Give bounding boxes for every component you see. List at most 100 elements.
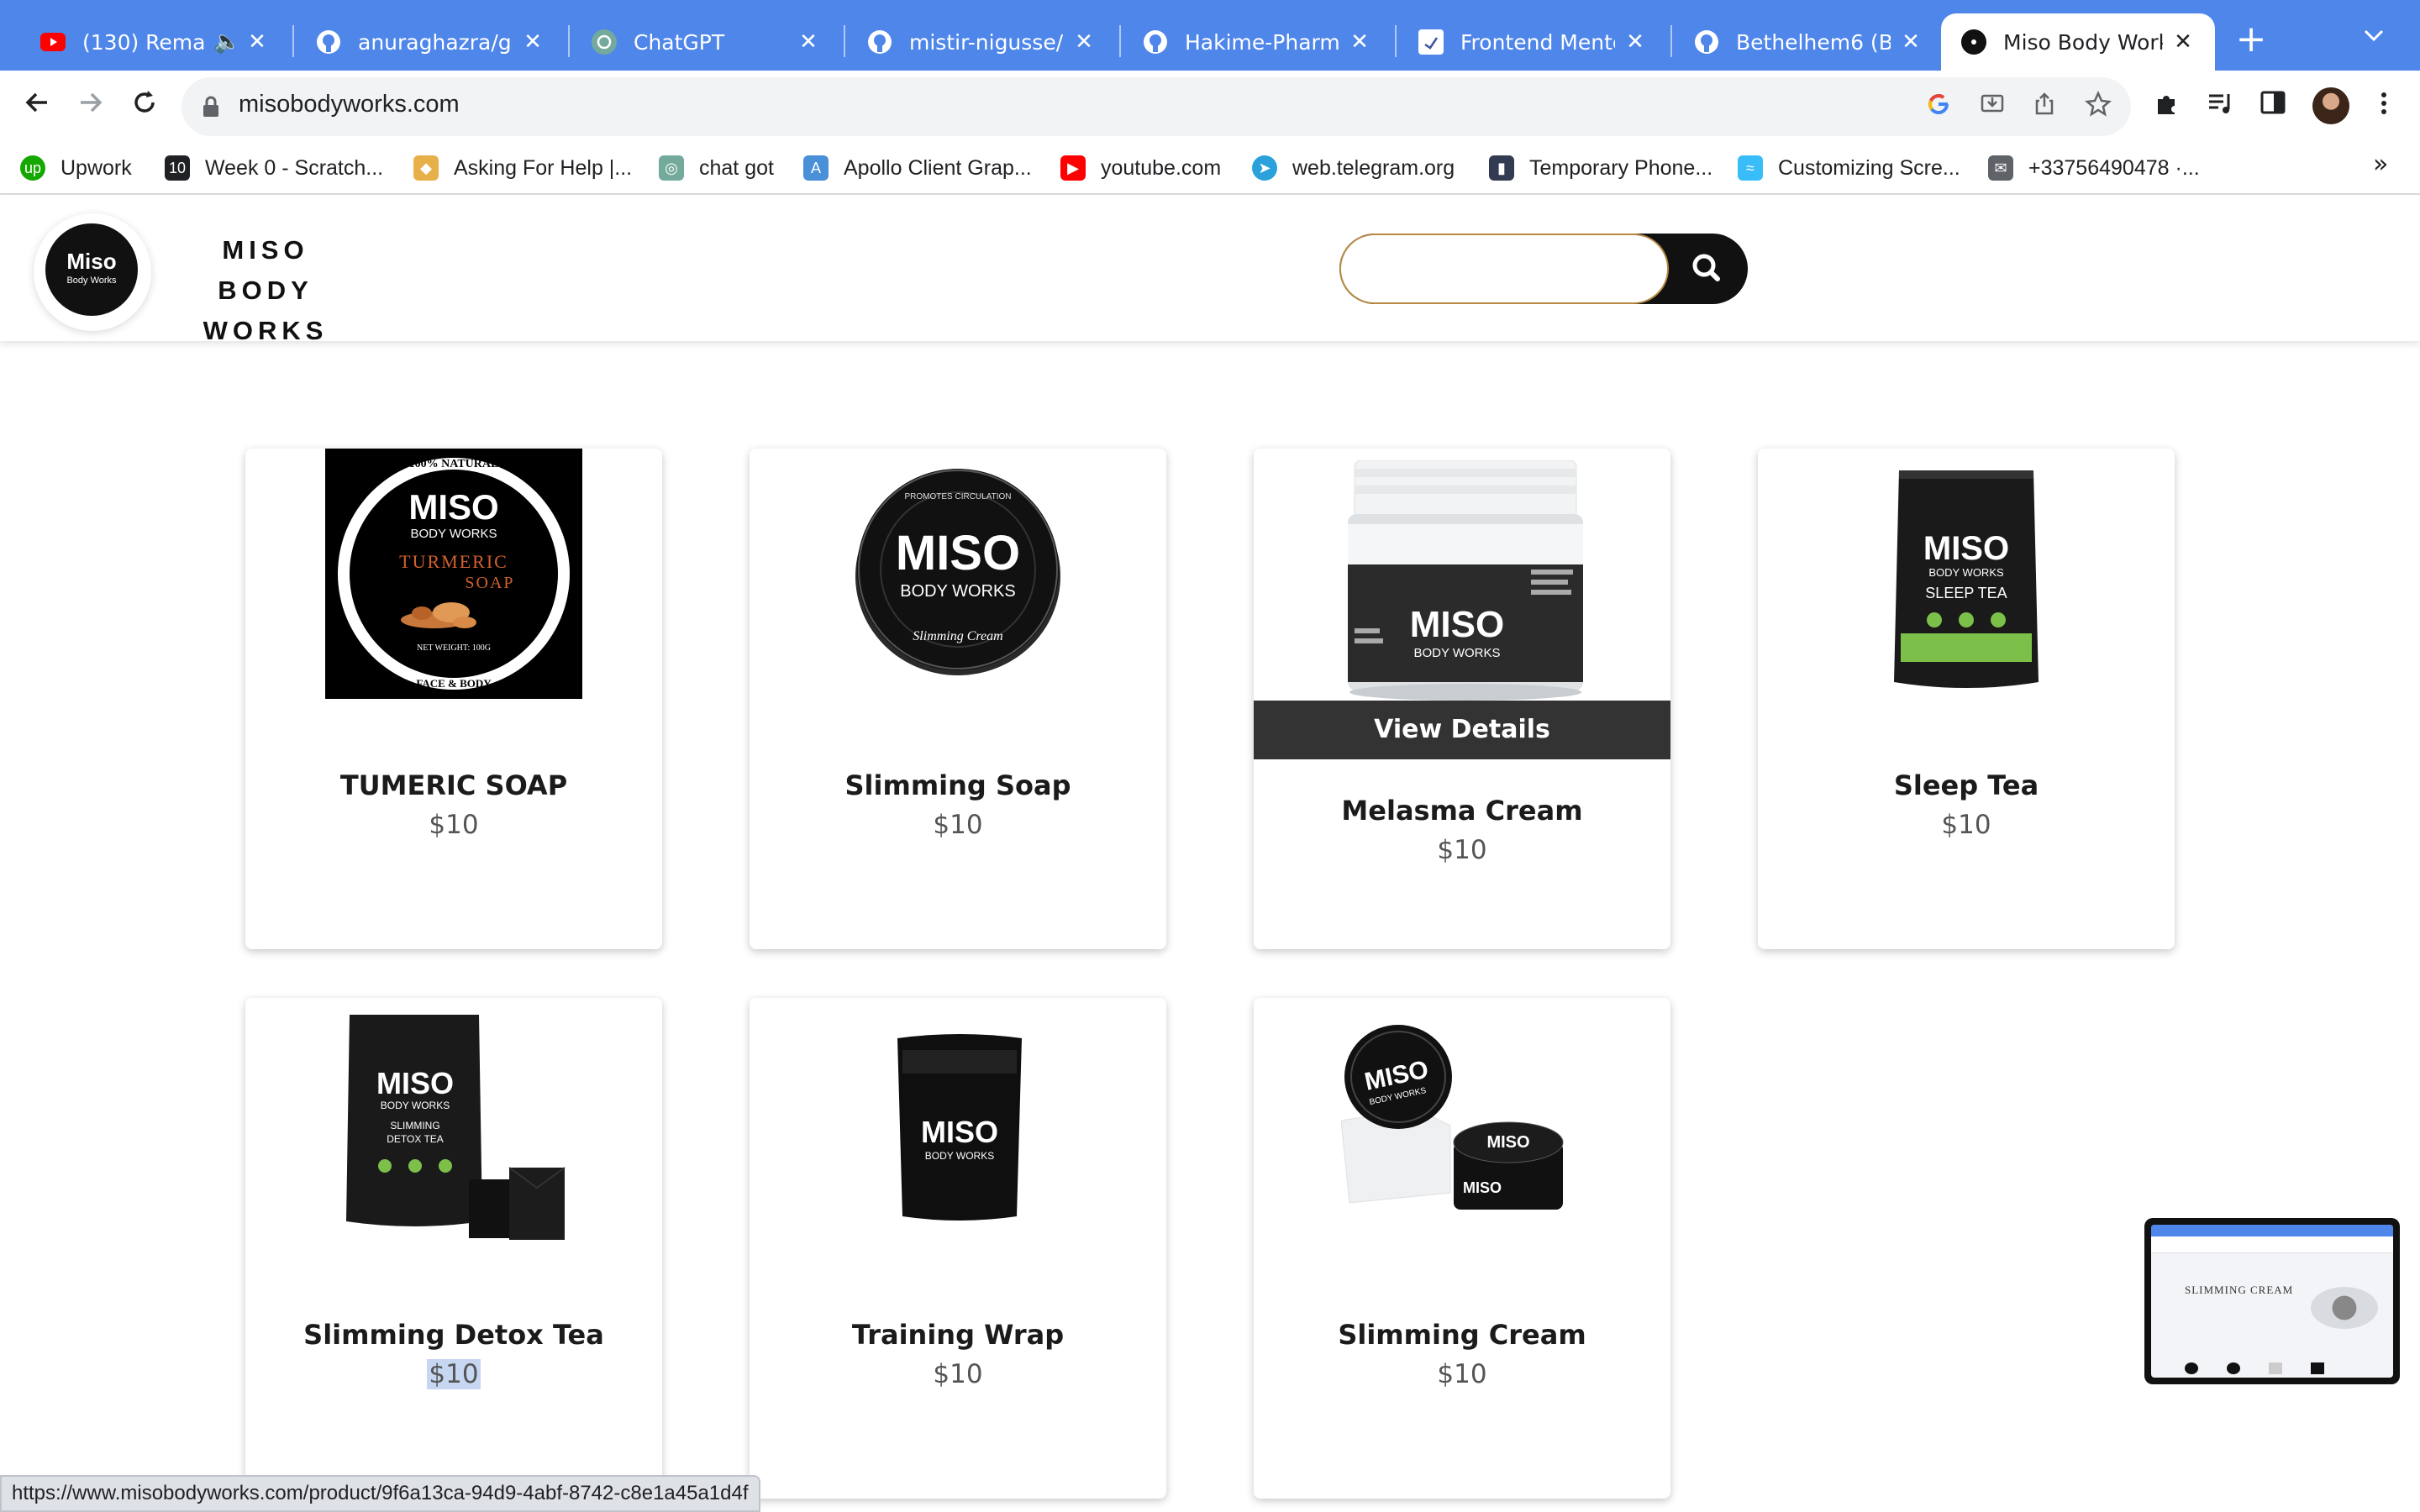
tab-youtube[interactable]: (130) Rema - 🔈 ✕ (20, 13, 289, 71)
product-card[interactable]: MISO BODY WORKS SLEEP TEA Sleep Tea $10 (1758, 449, 2175, 949)
extensions-icon[interactable] (2149, 89, 2185, 124)
bookmark-asking-for-help[interactable]: ◆ Asking For Help |... (413, 153, 632, 183)
close-tab-icon[interactable]: ✕ (521, 29, 544, 55)
more-bookmarks-icon[interactable]: » (2373, 150, 2388, 179)
slimming-cream-image: MISO BODY WORKS MISO MISO (1340, 1016, 1585, 1218)
tab-separator (292, 25, 294, 57)
install-app-icon[interactable] (1976, 91, 2008, 123)
tab-github-hakime[interactable]: Hakime-Pharmac ✕ (1123, 13, 1392, 71)
product-name: Slimming Detox Tea (303, 1319, 604, 1351)
close-tab-icon[interactable]: ✕ (245, 29, 269, 55)
google-icon[interactable] (1923, 91, 1954, 123)
chatgpt-icon: ◎ (659, 155, 684, 181)
search-input[interactable] (1339, 234, 1669, 304)
pip-title: SLIMMING CREAM (2185, 1284, 2294, 1296)
mail-icon: ✉ (1988, 155, 2013, 181)
product-card[interactable]: MISO BODY WORKS Slimming Cream PROMOTES … (750, 449, 1166, 949)
tab-chatgpt[interactable]: ChatGPT ✕ (571, 13, 840, 71)
svg-text:BODY WORKS: BODY WORKS (381, 1100, 450, 1111)
svg-text:MISO: MISO (1463, 1179, 1502, 1196)
tab-github-bethelhem[interactable]: Bethelhem6 (Beth ✕ (1674, 13, 1943, 71)
bookmark-chat-got[interactable]: ◎ chat got (659, 153, 774, 183)
bookmark-label: youtube.com (1101, 155, 1222, 180)
share-icon[interactable] (2028, 91, 2060, 123)
brand-name[interactable]: MISO BODY WORKS (156, 230, 375, 351)
close-tab-icon[interactable]: ✕ (1899, 29, 1923, 55)
bookmark-mail[interactable]: ✉ +33756490478 ·... (1988, 153, 2200, 183)
lock-icon[interactable] (202, 96, 220, 118)
view-details-button[interactable]: View Details (1254, 701, 1670, 759)
svg-text:MISO: MISO (408, 487, 498, 527)
close-tab-icon[interactable]: ✕ (1072, 29, 1096, 55)
bookmark-star-icon[interactable] (2082, 90, 2114, 123)
reload-icon[interactable] (124, 87, 165, 128)
product-card[interactable]: MISO BODY WORKS View Details Melasma Cre… (1254, 449, 1670, 949)
bookmark-label: Upwork (60, 155, 132, 180)
bookmark-label: +33756490478 ·... (2028, 155, 2200, 180)
tab-separator (1119, 25, 1121, 57)
pip-tab-strip (2151, 1225, 2393, 1236)
back-arrow-icon[interactable] (17, 87, 57, 128)
forward-arrow-icon[interactable] (71, 87, 111, 128)
svg-text:MISO: MISO (921, 1115, 998, 1149)
selected-price-text: $10 (427, 1359, 481, 1389)
product-card[interactable]: MISO BODY WORKS SLIMMING DETOX TEA Slimm… (245, 998, 662, 1499)
chevron-down-icon[interactable] (2363, 24, 2385, 49)
search-icon (1692, 254, 1720, 281)
10x-icon: 10 (165, 155, 190, 181)
tab-title: Bethelhem6 (Beth (1736, 29, 1891, 55)
svg-text:NET WEIGHT: 100G: NET WEIGHT: 100G (417, 643, 491, 653)
bookmark-label: Asking For Help |... (454, 155, 633, 180)
tab-github-anuraghazra[interactable]: anuraghazra/githu ✕ (296, 13, 565, 71)
site-logo[interactable]: Miso Body Works (45, 223, 138, 316)
chatgpt-icon (592, 29, 617, 55)
link-status-bar: https://www.misobodyworks.com/product/9f… (0, 1475, 760, 1512)
tab-frontend-mentor[interactable]: Frontend Mentor ✕ (1398, 13, 1667, 71)
close-tab-icon[interactable]: ✕ (1348, 29, 1371, 55)
profile-avatar[interactable] (2312, 87, 2349, 124)
bookmark-youtube[interactable]: ▶ youtube.com (1060, 153, 1221, 183)
svg-text:DETOX TEA: DETOX TEA (387, 1133, 444, 1145)
product-price: $10 (245, 1359, 662, 1389)
product-price: $10 (1941, 810, 1991, 840)
bookmark-customizing[interactable]: ≈ Customizing Scre... (1738, 153, 1960, 183)
github-icon (867, 29, 892, 55)
tab-github-mistir[interactable]: mistir-nigusse/mi ✕ (847, 13, 1116, 71)
search-button[interactable] (1677, 245, 1738, 292)
asking-for-help-icon: ◆ (413, 155, 439, 181)
picture-in-picture-window[interactable]: SLIMMING CREAM (2144, 1218, 2400, 1384)
new-tab-icon[interactable]: + (2230, 18, 2272, 60)
tab-title: ChatGPT (634, 29, 725, 55)
product-card[interactable]: MISO BODY WORKS Training Wrap $10 (750, 998, 1166, 1499)
close-tab-icon[interactable]: ✕ (1623, 29, 1647, 55)
product-card[interactable]: 100% NATURAL MISO BODY WORKS TURMERIC SO… (245, 449, 662, 949)
bookmark-upwork[interactable]: up Upwork (20, 153, 132, 183)
svg-text:Slimming Cream: Slimming Cream (913, 629, 1002, 643)
melasma-cream-image: MISO BODY WORKS (1348, 459, 1583, 704)
tab-title: Frontend Mentor (1460, 29, 1615, 55)
bookmark-week0[interactable]: 10 Week 0 - Scratch... (165, 153, 383, 183)
side-panel-icon[interactable] (2255, 89, 2291, 124)
product-card[interactable]: MISO BODY WORKS MISO MISO Slimming Cream… (1254, 998, 1670, 1499)
kebab-menu-icon[interactable] (2366, 89, 2402, 124)
bookmark-temporary-phone[interactable]: ▮ Temporary Phone... (1489, 153, 1712, 183)
pip-screen: SLIMMING CREAM (2151, 1225, 2393, 1378)
svg-text:FACE & BODY: FACE & BODY (416, 677, 492, 690)
svg-text:MISO: MISO (1923, 530, 2009, 567)
close-tab-icon[interactable]: ✕ (797, 29, 820, 55)
product-price: $10 (429, 810, 479, 840)
url-text[interactable]: misobodyworks.com (239, 91, 460, 118)
brand-line-2: BODY WORKS (203, 276, 329, 345)
speaker-icon[interactable]: 🔈 (213, 29, 240, 55)
tab-separator (1670, 25, 1672, 57)
youtube-icon: ▶ (1060, 155, 1086, 181)
phone-icon: ▮ (1489, 155, 1514, 181)
tab-title: Hakime-Pharmac (1185, 29, 1339, 55)
close-tab-icon[interactable]: ✕ (2171, 29, 2195, 55)
address-bar[interactable] (182, 77, 2131, 136)
bookmark-telegram[interactable]: ➤ web.telegram.org (1252, 153, 1455, 183)
bookmark-label: Apollo Client Grap... (844, 155, 1032, 180)
media-control-icon[interactable] (2203, 89, 2238, 124)
tab-miso-body-works[interactable]: Miso Body Works ✕ (1941, 13, 2215, 71)
bookmark-apollo[interactable]: A Apollo Client Grap... (803, 153, 1032, 183)
